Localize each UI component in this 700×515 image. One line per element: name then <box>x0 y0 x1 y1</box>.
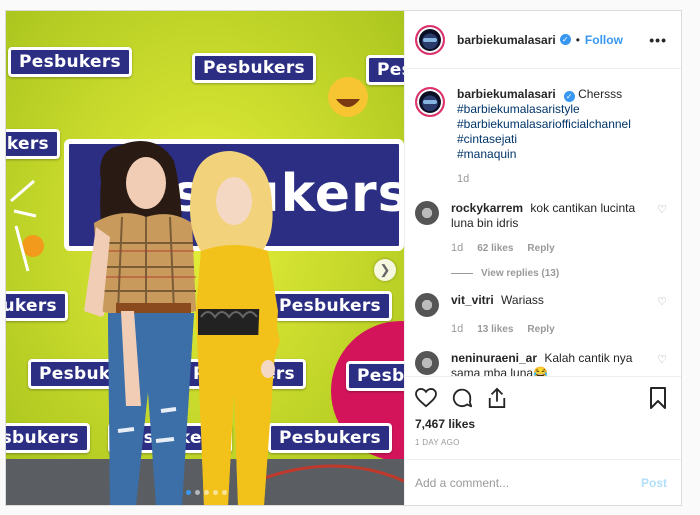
comment-likes[interactable]: 62 likes <box>477 241 513 256</box>
carousel-dot <box>186 490 191 495</box>
like-comment-icon[interactable]: ♡ <box>657 295 667 337</box>
caption-username[interactable]: barbiekumalasari <box>457 87 556 101</box>
comment-text: Wariass <box>501 293 544 307</box>
comment-input[interactable] <box>415 475 641 490</box>
verified-badge-icon: ✓ <box>563 91 575 102</box>
carousel-dot <box>222 490 227 495</box>
post-comment-button[interactable]: Post <box>641 476 667 490</box>
post-timestamp[interactable]: 1 DAY AGO <box>415 438 667 447</box>
carousel-dot <box>213 490 218 495</box>
caption: barbiekumalasari ✓ Chersss #barbiekumalas… <box>415 87 667 187</box>
replies-line <box>451 273 473 274</box>
comment-bubble-icon[interactable] <box>451 387 473 409</box>
add-comment-bar: Post <box>405 459 681 505</box>
commenter-username[interactable]: neninuraeni_ar <box>451 351 537 365</box>
commenter-avatar[interactable] <box>415 351 439 375</box>
reply-button[interactable]: Reply <box>527 322 554 337</box>
next-photo-button[interactable]: ❯ <box>374 259 396 281</box>
caption-meta: 1d <box>457 172 667 187</box>
verified-badge-icon: ✓ <box>559 34 571 45</box>
commenter-username[interactable]: rockykarrem <box>451 201 523 215</box>
comment-time[interactable]: 1d <box>451 322 463 337</box>
commenter-avatar[interactable] <box>415 293 439 317</box>
separator-dot: • <box>575 32 580 47</box>
post-photo[interactable]: Pesbukers Pesbukers Pesbukers Pesbukers … <box>6 11 404 505</box>
reply-button[interactable]: Reply <box>527 241 554 256</box>
view-replies-button[interactable]: View replies (13) <box>451 266 651 281</box>
carousel-dot <box>195 490 200 495</box>
hashtag-link[interactable]: #barbiekumalasariofficialchannel <box>457 117 667 132</box>
comment-time[interactable]: 1d <box>451 241 463 256</box>
hashtag-link[interactable]: #cintasejati <box>457 132 667 147</box>
author-username[interactable]: barbiekumalasari <box>457 33 556 47</box>
carousel-dot <box>204 490 209 495</box>
follow-button[interactable]: Follow <box>585 33 623 47</box>
like-heart-icon[interactable] <box>415 388 437 408</box>
author-avatar[interactable] <box>415 24 445 55</box>
bookmark-icon[interactable] <box>649 387 667 409</box>
comment-meta: 1d 62 likes Reply <box>451 241 651 256</box>
view-replies-label: View replies (13) <box>481 268 560 279</box>
likes-count[interactable]: 7,467 likes <box>415 417 667 431</box>
hashtag-link[interactable]: #manaquin <box>457 147 667 162</box>
caption-avatar[interactable] <box>415 87 445 117</box>
commenter-username[interactable]: vit_vitri <box>451 293 494 307</box>
post-actions: 7,467 likes 1 DAY AGO <box>405 376 681 447</box>
photo-people <box>84 141 280 505</box>
comment-item: vit_vitri Wariass 1d 13 likes Reply ♡ <box>415 293 667 337</box>
caption-time[interactable]: 1d <box>457 172 469 187</box>
post-side-panel: barbiekumalasari ✓ • Follow ••• barbieku… <box>404 11 681 505</box>
carousel-dots <box>186 490 227 495</box>
share-icon[interactable] <box>487 387 507 409</box>
more-options-icon[interactable]: ••• <box>649 32 667 48</box>
commenter-avatar[interactable] <box>415 201 439 225</box>
like-comment-icon[interactable]: ♡ <box>657 353 667 376</box>
action-icons <box>415 385 667 411</box>
post-header: barbiekumalasari ✓ • Follow ••• <box>405 11 681 69</box>
instagram-post: Pesbukers Pesbukers Pesbukers Pesbukers … <box>5 10 682 506</box>
caption-text: Chersss <box>578 87 623 101</box>
comment-meta: 1d 13 likes Reply <box>451 322 651 337</box>
comment-item: neninuraeni_ar Kalah cantik nya sama mba… <box>415 351 667 376</box>
like-comment-icon[interactable]: ♡ <box>657 203 667 281</box>
comment-item: rockykarrem kok cantikan lucinta luna bi… <box>415 201 667 281</box>
comment-likes[interactable]: 13 likes <box>477 322 513 337</box>
comments-list: barbiekumalasari ✓ Chersss #barbiekumalas… <box>405 69 681 376</box>
hashtag-link[interactable]: #barbiekumalasaristyle <box>457 102 667 117</box>
